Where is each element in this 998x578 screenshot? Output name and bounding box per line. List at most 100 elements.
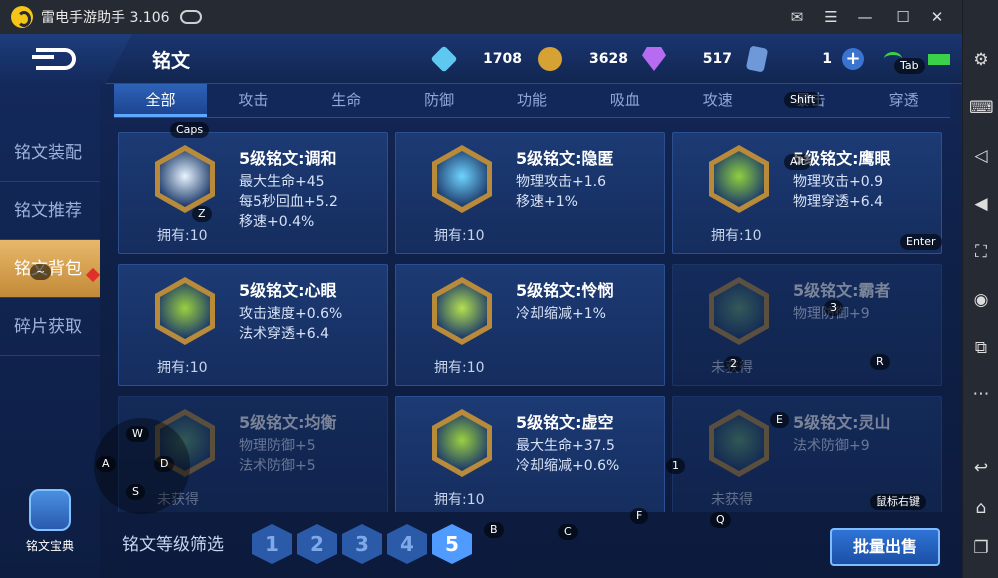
coin-count: 3628 (589, 51, 628, 67)
tab-0[interactable]: 全部 (114, 84, 207, 117)
multi-instance-icon[interactable]: ⧉ (969, 336, 993, 360)
inscription-owned: 拥有:10 (711, 228, 762, 244)
game-top-bar: 铭文 1708 3628 517 1 + (0, 34, 962, 84)
inscription-card[interactable]: 5级铭文:隐匿 物理攻击+1.6 移速+1% 拥有:10 (395, 132, 665, 254)
key-2: 2 (724, 356, 743, 372)
inscription-attr: 冷却缩减+1% (516, 306, 606, 322)
left-menu-item-1[interactable]: 铭文推荐 (0, 182, 100, 240)
keyboard-icon[interactable]: ⌨ (969, 96, 994, 120)
emulator-sidebar: ⚙ ⌨ ◁ ◀ ⛶ ◉ ⧉ ⋯ ↩ ⌂ ❐ (962, 0, 998, 578)
inscription-owned: 拥有:10 (157, 360, 208, 376)
key-caps: Caps (170, 122, 210, 138)
inscription-attr: 物理攻击+1.6 (516, 174, 606, 190)
key-a: A (96, 456, 116, 472)
inscription-name: 5级铭文:灵山 (793, 413, 891, 432)
close-icon[interactable]: ✕ (928, 8, 946, 26)
back-arrow-icon (32, 48, 76, 70)
card-count: 1 (822, 51, 832, 67)
inscription-attr: 物理穿透+6.4 (793, 194, 883, 210)
inscription-attr: 每5秒回血+5.2 (239, 194, 338, 210)
codex-button[interactable]: 铭文宝典 (22, 489, 78, 569)
menu-icon[interactable]: ☰ (822, 8, 840, 26)
crystal-icon (430, 45, 458, 73)
more-icon[interactable]: ⋯ (969, 382, 993, 406)
resource-crystal: 1708 (430, 44, 522, 74)
inscription-name: 5级铭文:均衡 (239, 413, 337, 432)
inscription-card[interactable]: 5级铭文:心眼 攻击速度+0.6% 法术穿透+6.4 拥有:10 (118, 264, 388, 386)
maximize-icon[interactable]: ☐ (894, 8, 912, 26)
key-d: D (154, 456, 175, 472)
inscription-owned: 拥有:10 (434, 228, 485, 244)
inscription-attr: 移速+0.4% (239, 214, 315, 230)
inscription-name: 5级铭文:隐匿 (516, 149, 614, 168)
inscription-attr: 物理防御+5 (239, 438, 316, 454)
key-enter: Enter (900, 234, 942, 250)
level-filter-1[interactable]: 1 (252, 524, 292, 564)
level-filter-label: 铭文等级筛选 (122, 535, 224, 555)
key-b: B (484, 522, 504, 538)
screenshot-icon[interactable]: ⛶ (969, 240, 993, 264)
key-tilde: ~ (30, 264, 52, 280)
resource-coin: 3628 (538, 44, 628, 74)
left-menu-item-0[interactable]: 铭文装配 (0, 124, 100, 182)
level-filter-2[interactable]: 2 (297, 524, 337, 564)
level-filter-5[interactable]: 5 (432, 524, 472, 564)
tab-3[interactable]: 防御 (393, 84, 486, 117)
key-s: S (126, 484, 145, 500)
key-tab: Tab (894, 58, 925, 74)
gamepad-icon[interactable] (179, 10, 202, 24)
inscription-attr: 最大生命+45 (239, 174, 325, 190)
inscription-attr: 移速+1% (516, 194, 578, 210)
key-r: R (870, 354, 890, 370)
resource-card: 1 + (745, 44, 864, 74)
card-icon (745, 45, 769, 73)
inscription-card[interactable]: 5级铭文:调和 最大生命+45 每5秒回血+5.2 移速+0.4% 拥有:10 (118, 132, 388, 254)
key-c: C (558, 524, 578, 540)
tab-1[interactable]: 攻击 (207, 84, 300, 117)
level-filter-4[interactable]: 4 (387, 524, 427, 564)
app-logo-icon (11, 6, 33, 28)
recent-apps-icon[interactable]: ❐ (969, 536, 993, 560)
left-menu-item-3[interactable]: 碎片获取 (0, 298, 100, 356)
plus-icon[interactable]: + (842, 48, 864, 70)
key-1: 1 (666, 458, 685, 474)
tab-6[interactable]: 攻速 (671, 84, 764, 117)
level-filter-3[interactable]: 3 (342, 524, 382, 564)
key-f: F (630, 508, 649, 524)
mail-icon[interactable]: ✉ (788, 8, 806, 26)
inscription-card[interactable]: 5级铭文:霸者物理防御+9未获得 (672, 264, 942, 386)
back-nav-icon[interactable]: ↩ (969, 456, 993, 480)
tab-2[interactable]: 生命 (300, 84, 393, 117)
inscription-card[interactable]: 5级铭文:怜悯 冷却缩减+1% 拥有:10 (395, 264, 665, 386)
tab-8[interactable]: 穿透 (857, 84, 950, 117)
key-q: Q (710, 512, 731, 528)
record-icon[interactable]: ◉ (969, 288, 993, 312)
tab-5[interactable]: 吸血 (578, 84, 671, 117)
emulator-window: 雷电手游助手 3.106 ✉ ☰ — ☐ ✕ « 铭文 1708 3628 51… (0, 0, 998, 578)
page-title: 铭文 (152, 50, 191, 72)
inscription-attr: 法术穿透+6.4 (239, 326, 329, 342)
resource-gem: 517 (642, 44, 732, 74)
inscription-attr: 攻击速度+0.6% (239, 306, 343, 322)
key-z: Z (192, 206, 212, 222)
coin-icon (538, 47, 562, 71)
inscription-owned: 拥有:10 (434, 492, 485, 508)
crystal-count: 1708 (483, 51, 522, 67)
volume-up-icon[interactable]: ◀ (969, 192, 993, 216)
settings-icon[interactable]: ⚙ (969, 48, 993, 72)
inscription-card[interactable]: 5级铭文:虚空 最大生命+37.5 冷却缩减+0.6% 拥有:10 (395, 396, 665, 512)
codex-label: 铭文宝典 (25, 539, 74, 553)
volume-down-icon[interactable]: ◁ (969, 144, 993, 168)
book-icon (29, 489, 71, 531)
inscription-owned: 未获得 (711, 492, 753, 508)
home-icon[interactable]: ⌂ (969, 496, 993, 520)
back-button[interactable] (0, 34, 132, 84)
inscription-name: 5级铭文:虚空 (516, 413, 614, 432)
minimize-icon[interactable]: — (856, 8, 874, 26)
inscription-owned: 拥有:10 (157, 228, 208, 244)
gem-icon (642, 47, 666, 71)
bulk-sell-button[interactable]: 批量出售 (830, 528, 940, 566)
gem-count: 517 (702, 51, 732, 67)
inscription-attr: 法术防御+9 (793, 438, 870, 454)
tab-4[interactable]: 功能 (486, 84, 579, 117)
